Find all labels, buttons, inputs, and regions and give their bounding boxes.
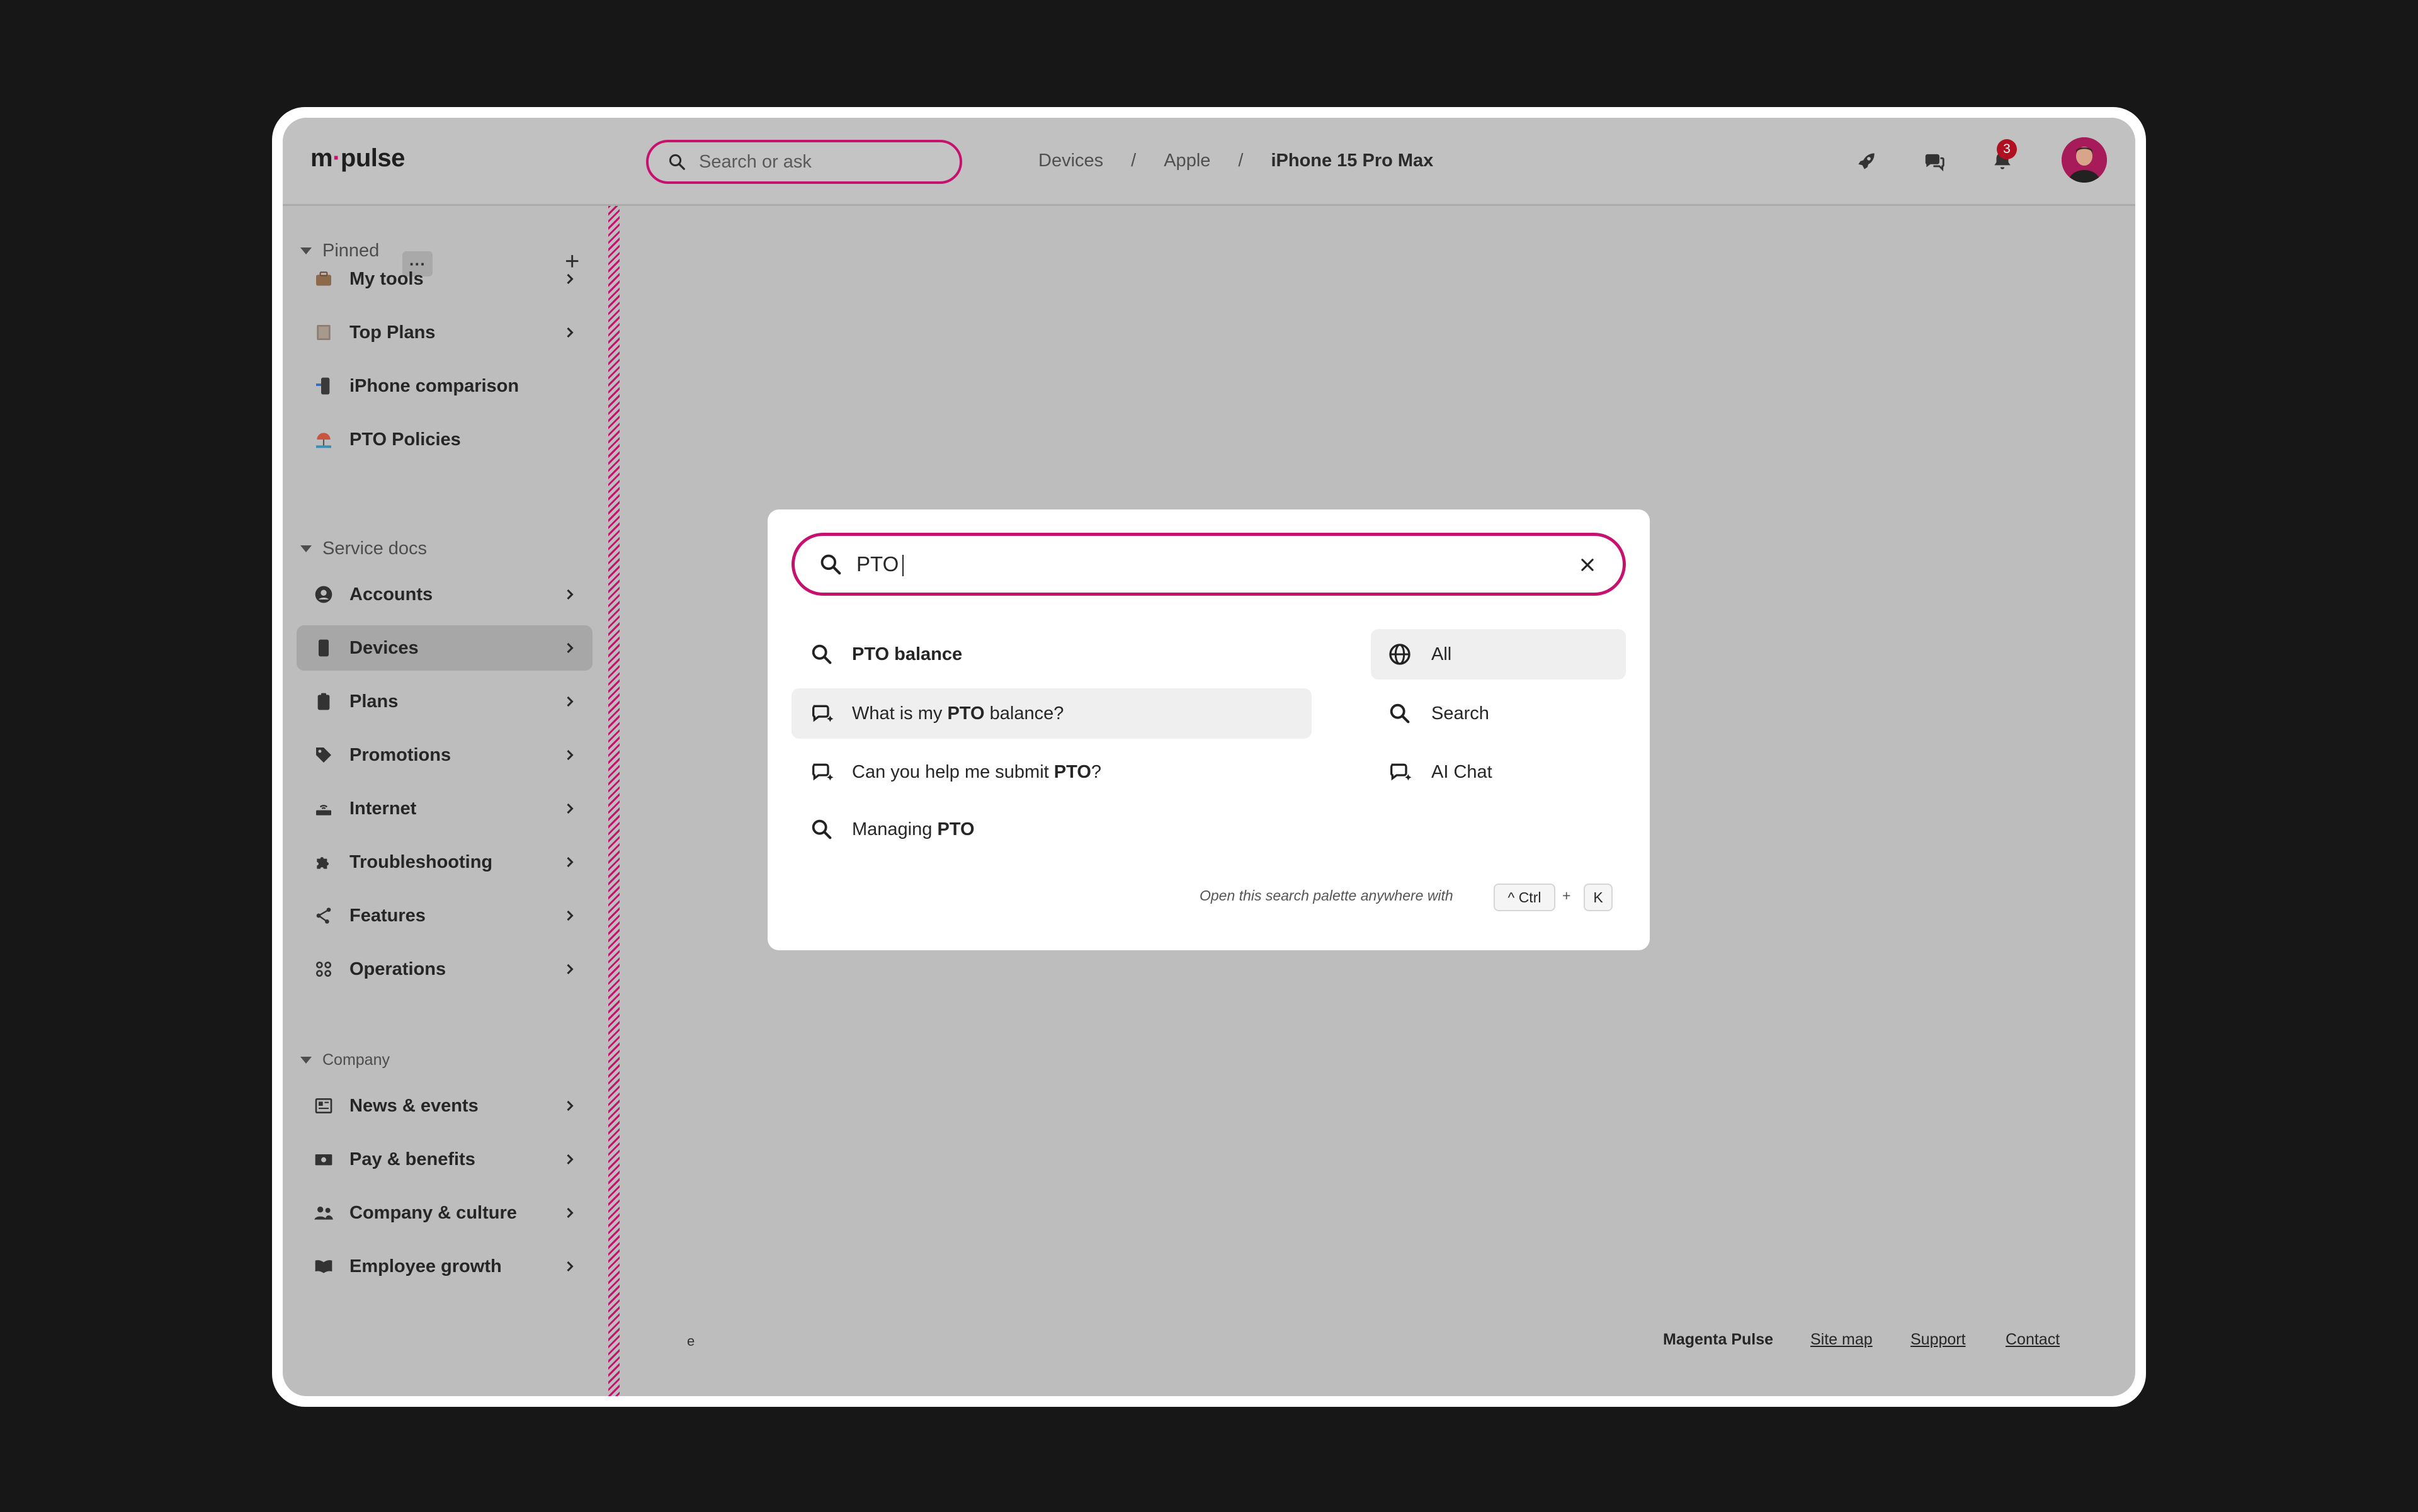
- suggestion-item[interactable]: PTO balance: [792, 629, 1312, 679]
- sidebar-item-features[interactable]: Features: [297, 893, 593, 938]
- search-palette-modal: PTO PTO balance What is my PTO balance? …: [768, 509, 1650, 950]
- chevron-right-icon: [567, 696, 574, 707]
- suggestion-item[interactable]: What is my PTO balance?: [792, 688, 1312, 739]
- search-icon: [1390, 703, 1410, 724]
- section-company-toggle[interactable]: Company: [300, 1051, 390, 1069]
- sidebar-item-accounts[interactable]: Accounts: [297, 572, 593, 617]
- tag-icon: [313, 744, 334, 766]
- share-icon: [313, 905, 334, 926]
- filter-ai-chat[interactable]: AI Chat: [1371, 747, 1626, 797]
- avatar[interactable]: [2062, 137, 2107, 183]
- sidebar-item-devices[interactable]: Devices: [297, 625, 593, 671]
- puzzle-icon: [313, 851, 334, 873]
- sidebar-resize-handle[interactable]: [608, 206, 620, 1396]
- sidebar-item-troubleshooting[interactable]: Troubleshooting: [297, 839, 593, 885]
- ai-chat-icon: [1390, 763, 1412, 781]
- top-header: m·pulse Search or ask Devices / Apple / …: [283, 118, 2135, 206]
- footer-brand: Magenta Pulse: [1663, 1331, 1774, 1348]
- sidebar-item-operations[interactable]: Operations: [297, 946, 593, 992]
- money-icon: [313, 1149, 334, 1170]
- search-icon: [812, 644, 832, 664]
- close-icon[interactable]: [1579, 556, 1596, 574]
- kbd-k: K: [1584, 884, 1613, 911]
- chat-bubbles-icon[interactable]: [1920, 147, 1949, 176]
- chevron-right-icon: [567, 1100, 574, 1111]
- search-icon: [820, 554, 841, 575]
- caret-down-icon: [300, 545, 312, 552]
- router-icon: [313, 798, 334, 819]
- user-circle-icon: [313, 584, 334, 605]
- caret-down-icon: [300, 247, 312, 254]
- footer-note: e: [687, 1333, 695, 1349]
- chevron-right-icon: [567, 589, 574, 600]
- palette-search-input[interactable]: PTO: [792, 533, 1626, 596]
- shortcut-hint: Open this search palette anywhere with: [1200, 887, 1453, 904]
- sidebar-item-promotions[interactable]: Promotions: [297, 732, 593, 778]
- chevron-right-icon: [567, 327, 574, 338]
- chevron-right-icon: [567, 1207, 574, 1219]
- sidebar-item-news-events[interactable]: News & events: [297, 1083, 593, 1128]
- operations-icon: [313, 958, 334, 980]
- chevron-right-icon: [567, 642, 574, 654]
- plan-card-icon: [313, 322, 334, 343]
- sidebar: Pinned ··· + My tools Top Plans iPhone c…: [283, 206, 611, 1396]
- chevron-right-icon: [567, 963, 574, 975]
- section-service-docs-toggle[interactable]: Service docs: [300, 538, 427, 559]
- sidebar-item-company-culture[interactable]: Company & culture: [297, 1190, 593, 1236]
- search-icon: [669, 154, 685, 170]
- filter-search[interactable]: Search: [1371, 688, 1626, 739]
- rocket-icon[interactable]: [1852, 147, 1881, 176]
- breadcrumb-separator: /: [1131, 151, 1137, 171]
- chevron-right-icon: [567, 273, 574, 285]
- chevron-right-icon: [567, 856, 574, 868]
- palette-query-text: PTO: [856, 552, 904, 577]
- clipboard-icon: [313, 691, 334, 712]
- beach-icon: [313, 429, 334, 450]
- chevron-right-icon: [567, 910, 574, 921]
- notification-badge: 3: [1997, 139, 2017, 159]
- sidebar-item-plans[interactable]: Plans: [297, 679, 593, 724]
- sidebar-item-top-plans[interactable]: Top Plans: [297, 310, 593, 355]
- header-search-input[interactable]: Search or ask: [646, 140, 962, 184]
- ai-chat-icon: [812, 763, 834, 781]
- sidebar-item-my-tools[interactable]: My tools: [297, 256, 593, 302]
- chevron-right-icon: [567, 803, 574, 814]
- sidebar-item-internet[interactable]: Internet: [297, 786, 593, 831]
- chevron-right-icon: [567, 1154, 574, 1165]
- people-icon: [313, 1202, 334, 1224]
- sidebar-item-iphone-comparison[interactable]: iPhone comparison: [297, 363, 593, 409]
- book-icon: [313, 1256, 334, 1277]
- search-icon: [812, 819, 832, 839]
- header-search-placeholder: Search or ask: [699, 151, 812, 172]
- footer-link-site-map[interactable]: Site map: [1810, 1331, 1873, 1349]
- kbd-plus: +: [1562, 887, 1571, 904]
- suggestion-item[interactable]: Managing PTO: [792, 804, 1312, 855]
- breadcrumb-current: iPhone 15 Pro Max: [1271, 151, 1434, 171]
- footer-link-contact[interactable]: Contact: [2006, 1331, 2060, 1349]
- breadcrumb: Devices / Apple / iPhone 15 Pro Max: [1038, 151, 1433, 171]
- filter-all[interactable]: All: [1371, 629, 1626, 679]
- app-logo[interactable]: m·pulse: [310, 144, 405, 173]
- device-icon: [313, 637, 334, 659]
- kbd-ctrl: ^ Ctrl: [1494, 884, 1555, 911]
- suggestion-item[interactable]: Can you help me submit PTO?: [792, 747, 1312, 797]
- breadcrumb-devices[interactable]: Devices: [1038, 151, 1103, 171]
- phone-icon: [313, 375, 334, 397]
- footer-link-support[interactable]: Support: [1910, 1331, 1966, 1349]
- globe-icon: [1389, 644, 1410, 665]
- breadcrumb-separator: /: [1238, 151, 1244, 171]
- chevron-right-icon: [567, 1261, 574, 1272]
- toolbox-icon: [313, 268, 334, 290]
- newspaper-icon: [313, 1095, 334, 1117]
- sidebar-item-pto-policies[interactable]: PTO Policies: [297, 417, 593, 462]
- sidebar-item-pay-benefits[interactable]: Pay & benefits: [297, 1137, 593, 1182]
- breadcrumb-apple[interactable]: Apple: [1164, 151, 1210, 171]
- chevron-right-icon: [567, 749, 574, 761]
- ai-chat-icon: [812, 705, 834, 722]
- section-title: Service docs: [322, 538, 428, 559]
- sidebar-item-employee-growth[interactable]: Employee growth: [297, 1244, 593, 1289]
- caret-down-icon: [300, 1057, 312, 1064]
- section-title: Company: [322, 1051, 390, 1069]
